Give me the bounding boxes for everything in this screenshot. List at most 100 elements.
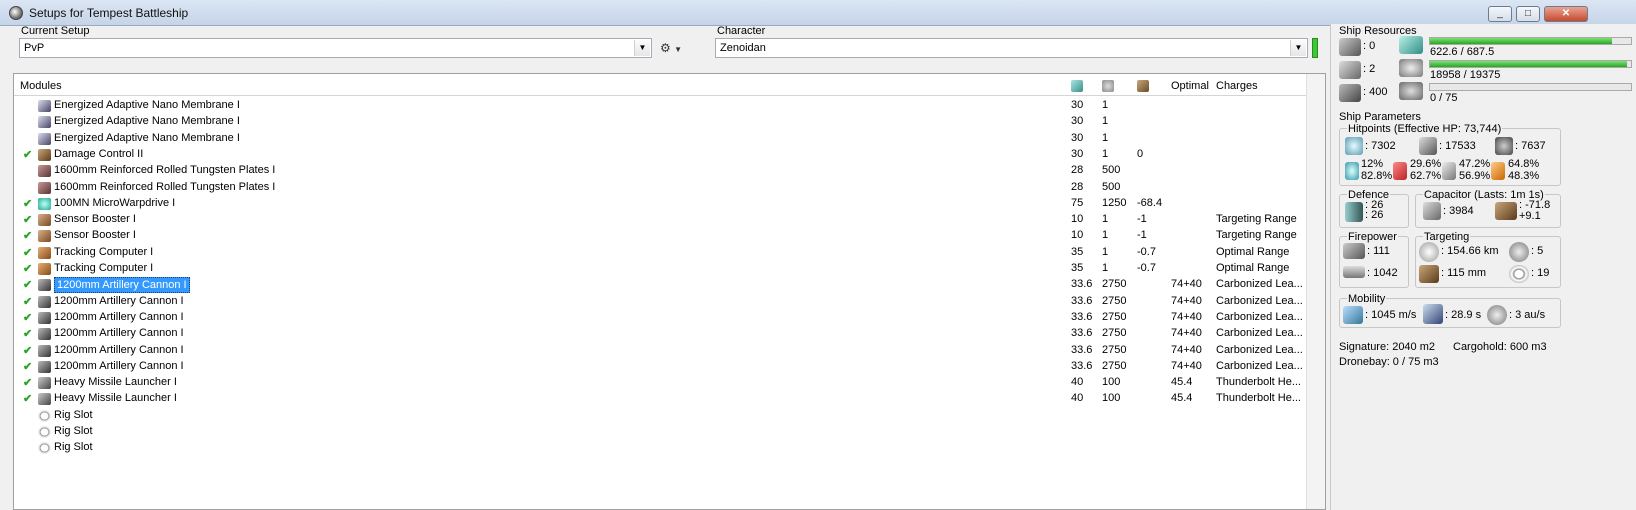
enabled-check-icon[interactable]: ✔ [23,213,32,226]
module-charges[interactable]: Carbonized Lea... [1216,327,1303,339]
module-name[interactable]: 1200mm Artillery Cannon I [54,295,184,307]
powergrid-icon [1399,59,1423,77]
module-name[interactable]: Heavy Missile Launcher I [54,392,177,404]
module-charges[interactable]: Carbonized Lea... [1216,311,1303,323]
module-name[interactable]: Tracking Computer I [54,262,153,274]
module-name[interactable]: 100MN MicroWarpdrive I [54,197,175,209]
module-name[interactable]: 1200mm Artillery Cannon I [54,344,184,356]
module-name[interactable]: Heavy Missile Launcher I [54,376,177,388]
table-row[interactable]: Rig Slot [14,440,1306,456]
table-row[interactable]: ✔ Tracking Computer I 35 1 -0.7 Optimal Range [14,245,1306,261]
table-row[interactable]: ✔ Heavy Missile Launcher I 40 100 45.4 Thunde… [14,391,1306,407]
drone-bandwidth-icon [1339,84,1361,102]
module-name[interactable]: Rig Slot [54,425,93,437]
enabled-check-icon[interactable]: ✔ [23,327,32,340]
module-name[interactable]: Energized Adaptive Nano Membrane I [54,115,240,127]
module-charges[interactable]: Carbonized Lea... [1216,278,1303,290]
module-name[interactable]: 1600mm Reinforced Rolled Tungsten Plates… [54,164,275,176]
close-button[interactable]: ✕ [1544,6,1588,22]
table-row[interactable]: ✔ Sensor Booster I 10 1 -1 Targeting Range [14,228,1306,244]
table-row[interactable]: ✔ Heavy Missile Launcher I 40 100 45.4 Thunde… [14,375,1306,391]
module-name[interactable]: 1200mm Artillery Cannon I [54,360,184,372]
table-row[interactable]: ✔ 1200mm Artillery Cannon I 33.6 2750 74+40 C… [14,359,1306,375]
enabled-check-icon[interactable]: ✔ [23,148,32,161]
module-charges[interactable]: Carbonized Lea... [1216,360,1303,372]
table-row[interactable]: ✔ 1200mm Artillery Cannon I 33.6 2750 74+40 C… [14,294,1306,310]
damage-control-icon [38,148,51,161]
scan-resolution-value: : 115 mm [1441,267,1487,279]
enabled-check-icon[interactable]: ✔ [23,246,32,259]
module-name[interactable]: Sensor Booster I [54,213,136,225]
capacitor-icon[interactable] [1137,80,1149,92]
module-charges[interactable]: Optimal Range [1216,246,1289,258]
res-therm-shield: 29.6% [1410,158,1442,170]
enabled-check-icon[interactable]: ✔ [23,344,32,357]
module-charges[interactable]: Carbonized Lea... [1216,344,1303,356]
module-name[interactable]: Sensor Booster I [54,229,136,241]
optimal-column-header[interactable]: Optimal [1171,80,1209,92]
setup-menu-button[interactable]: ⚙ ▼ [660,39,702,57]
enabled-check-icon[interactable]: ✔ [23,278,32,291]
table-row[interactable]: Rig Slot [14,408,1306,424]
table-row[interactable]: ✔ Tracking Computer I 35 1 -0.7 Optimal Range [14,261,1306,277]
table-row[interactable]: 1600mm Reinforced Rolled Tungsten Plates… [14,180,1306,196]
module-name[interactable]: Rig Slot [54,409,93,421]
minimize-button[interactable]: _ [1488,6,1512,22]
modules-column-header[interactable]: Modules [20,80,62,92]
enabled-check-icon[interactable]: ✔ [23,376,32,389]
powergrid-value: 18958 / 19375 [1430,69,1501,81]
microwarpdrive-icon [38,197,51,210]
table-row[interactable]: ✔ 100MN MicroWarpdrive I 75 1250 -68.4 [14,196,1306,212]
table-row[interactable]: ✔ 1200mm Artillery Cannon I 33.6 2750 74+40 C… [14,310,1306,326]
ship-parameters-title: Ship Parameters [1339,111,1421,123]
chevron-down-icon: ▼ [634,40,650,56]
max-targets-value: : 5 [1531,245,1544,257]
module-name[interactable]: Energized Adaptive Nano Membrane I [54,132,240,144]
table-row[interactable]: ✔ 1200mm Artillery Cannon I 33.6 2750 74+40 C… [14,326,1306,342]
vertical-scrollbar[interactable] [1306,74,1325,509]
module-name[interactable]: 1200mm Artillery Cannon I [54,277,190,294]
table-row[interactable]: 1600mm Reinforced Rolled Tungsten Plates… [14,163,1306,179]
module-charges[interactable]: Carbonized Lea... [1216,295,1303,307]
module-charges[interactable]: Targeting Range [1216,213,1297,225]
powergrid-icon[interactable] [1102,80,1114,92]
module-name[interactable]: Tracking Computer I [54,246,153,258]
cpu-icon[interactable] [1071,80,1083,92]
module-name[interactable]: Energized Adaptive Nano Membrane I [54,99,240,111]
table-row[interactable]: ✔ Damage Control II 30 1 0 [14,147,1306,163]
table-row[interactable]: ✔ 1200mm Artillery Cannon I 33.6 2750 74+40 C… [14,277,1306,294]
modules-table[interactable]: Modules Optimal Charges Energized Adapti… [13,73,1326,510]
module-name[interactable]: 1600mm Reinforced Rolled Tungsten Plates… [54,181,275,193]
enabled-check-icon[interactable]: ✔ [23,295,32,308]
calibration-icon [1399,82,1423,100]
table-row[interactable]: Energized Adaptive Nano Membrane I 30 1 [14,131,1306,147]
current-setup-select[interactable]: PvP ▼ [19,38,652,58]
enabled-check-icon[interactable]: ✔ [23,197,32,210]
enabled-check-icon[interactable]: ✔ [23,392,32,405]
module-charges[interactable]: Targeting Range [1216,229,1297,241]
table-row[interactable]: Energized Adaptive Nano Membrane I 30 1 [14,98,1306,114]
module-charges[interactable]: Thunderbolt He... [1216,392,1301,404]
module-charges[interactable]: Optimal Range [1216,262,1289,274]
table-row[interactable]: Rig Slot [14,424,1306,440]
character-select[interactable]: Zenoidan ▼ [715,38,1308,58]
enabled-check-icon[interactable]: ✔ [23,360,32,373]
table-row[interactable]: ✔ Sensor Booster I 10 1 -1 Targeting Range [14,212,1306,228]
module-charges[interactable]: Thunderbolt He... [1216,376,1301,388]
table-row[interactable]: ✔ 1200mm Artillery Cannon I 33.6 2750 74+40 C… [14,343,1306,359]
sensor-booster-icon [38,230,51,243]
module-name[interactable]: Damage Control II [54,148,143,160]
enabled-check-icon[interactable]: ✔ [23,311,32,324]
table-row[interactable]: Energized Adaptive Nano Membrane I 30 1 [14,114,1306,130]
module-name[interactable]: Rig Slot [54,441,93,453]
enabled-check-icon[interactable]: ✔ [23,229,32,242]
tracking-computer-icon [38,246,51,259]
armor-membrane-icon [38,132,51,145]
enabled-check-icon[interactable]: ✔ [23,262,32,275]
module-name[interactable]: 1200mm Artillery Cannon I [54,311,184,323]
charges-column-header[interactable]: Charges [1216,80,1258,92]
armor-plate-icon [38,181,51,194]
table-header: Modules Optimal Charges [14,74,1306,96]
maximize-button[interactable]: □ [1516,6,1540,22]
module-name[interactable]: 1200mm Artillery Cannon I [54,327,184,339]
